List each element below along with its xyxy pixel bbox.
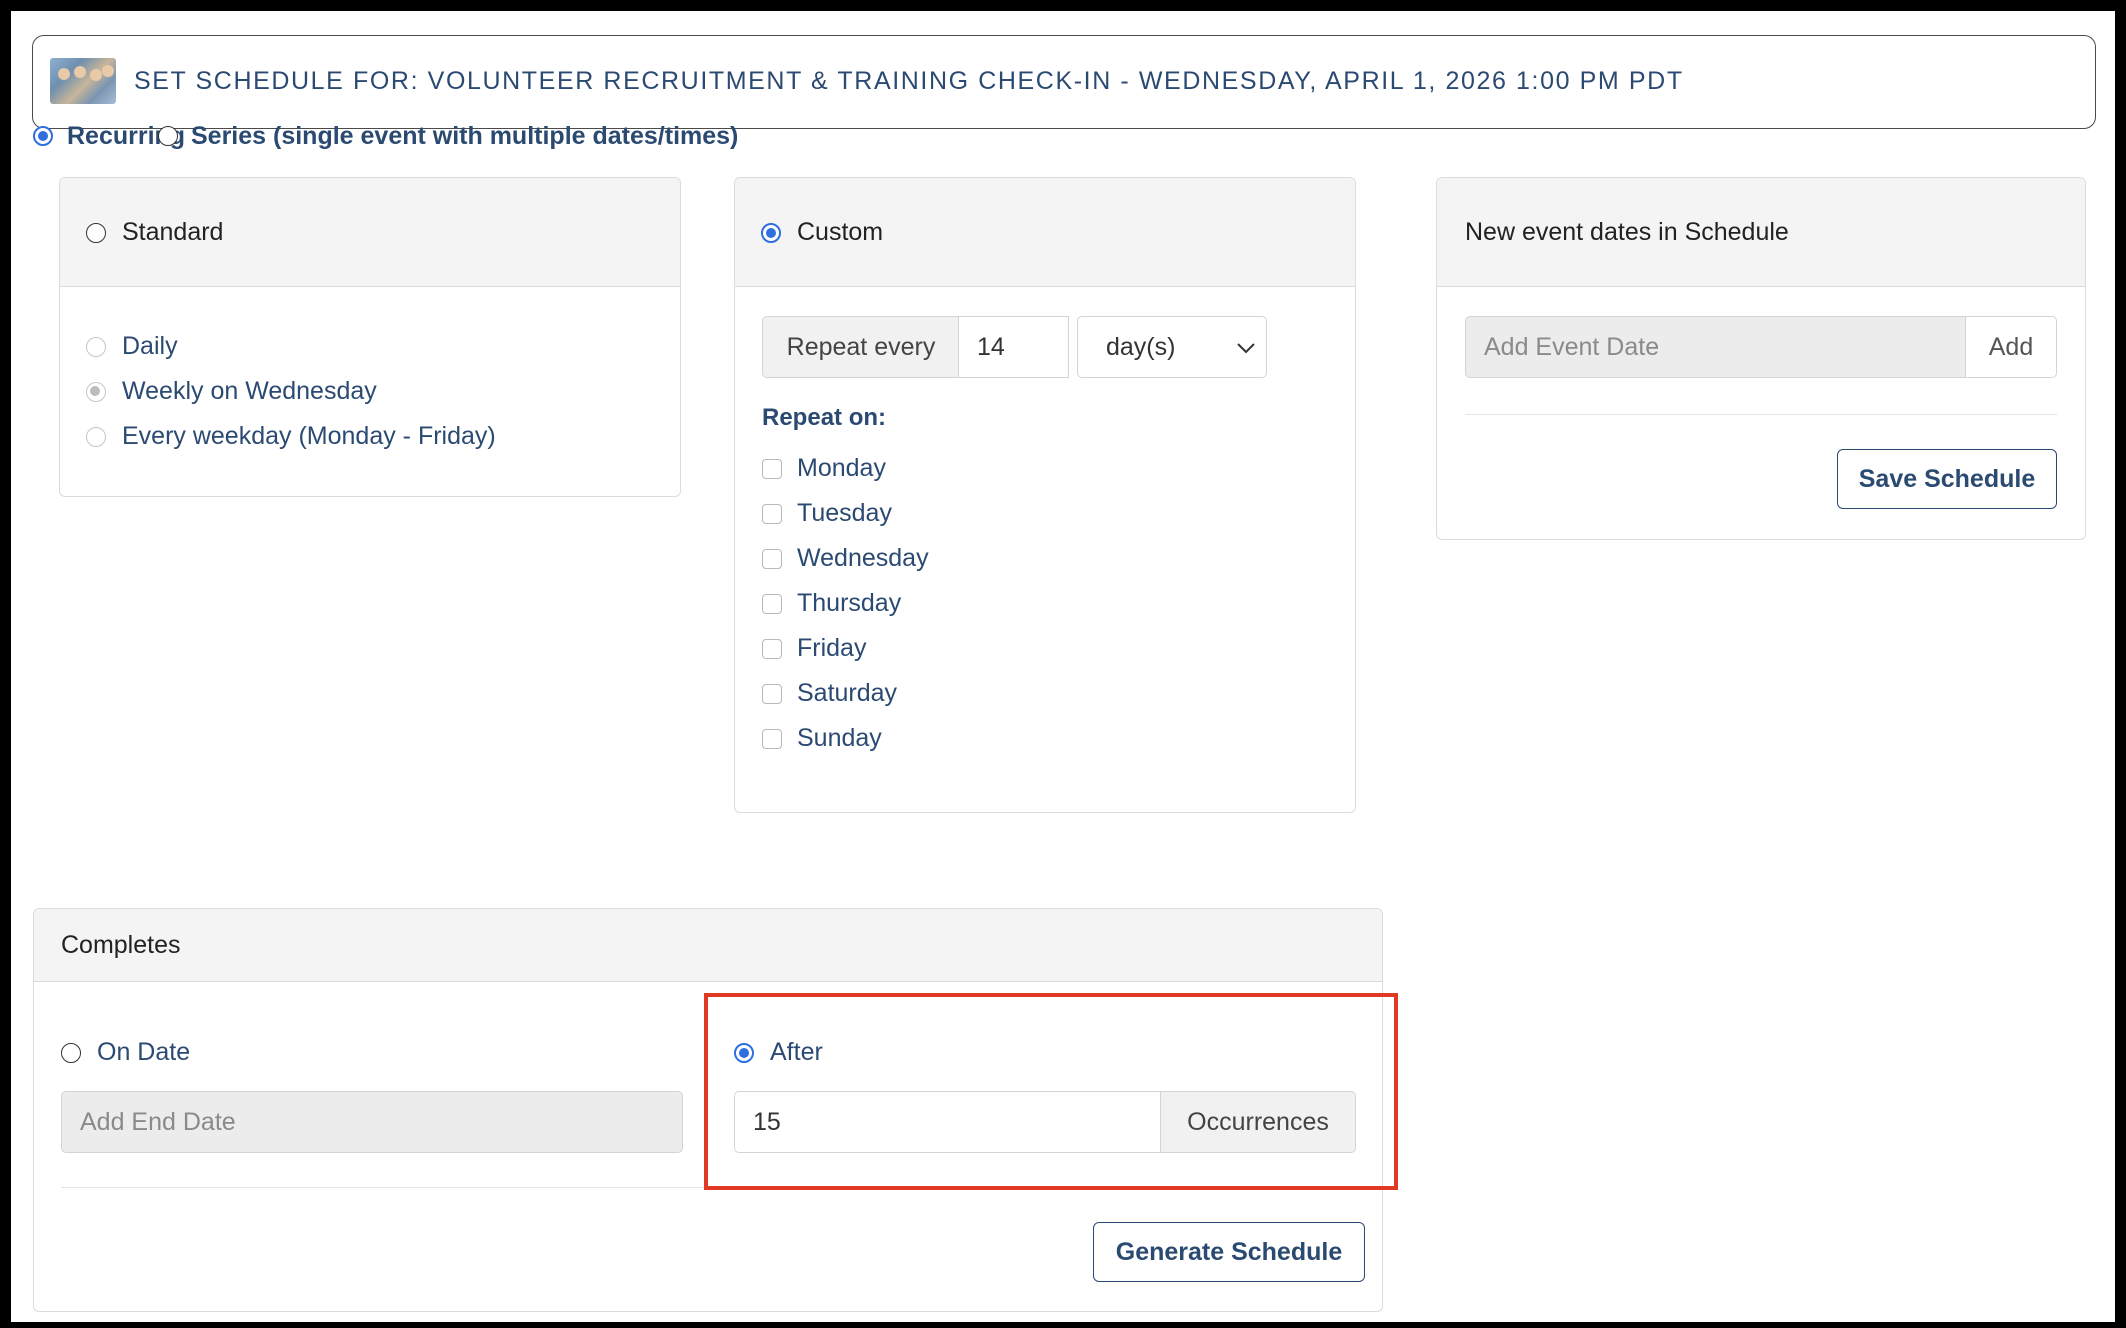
friday-label[interactable]: Friday [797, 634, 866, 663]
generate-schedule-button[interactable]: Generate Schedule [1093, 1222, 1365, 1282]
daily-label[interactable]: Daily [122, 332, 178, 361]
weekday-radio[interactable] [86, 427, 106, 447]
monday-label[interactable]: Monday [797, 454, 886, 483]
page-title: SET SCHEDULE FOR: VOLUNTEER RECRUITMENT … [134, 67, 1684, 95]
new-dates-card-header: New event dates in Schedule [1437, 178, 2085, 287]
repeat-every-addon: Repeat every [762, 316, 960, 378]
friday-checkbox[interactable] [762, 639, 782, 659]
custom-card: Custom Repeat every 14 day(s) Repeat on:… [734, 177, 1356, 813]
on-date-radio[interactable] [61, 1043, 81, 1063]
divider [1465, 414, 2057, 415]
on-date-label[interactable]: On Date [97, 1038, 190, 1067]
monday-checkbox[interactable] [762, 459, 782, 479]
schedule-page: SET SCHEDULE FOR: VOLUNTEER RECRUITMENT … [11, 11, 2115, 1322]
wednesday-checkbox[interactable] [762, 549, 782, 569]
custom-radio[interactable] [761, 223, 781, 243]
completes-card-header: Completes [34, 909, 1382, 982]
tuesday-label[interactable]: Tuesday [797, 499, 892, 528]
series-radio[interactable] [158, 126, 178, 146]
standard-label[interactable]: Standard [122, 218, 223, 247]
chevron-down-icon [1237, 343, 1255, 354]
save-schedule-button[interactable]: Save Schedule [1837, 449, 2057, 509]
add-event-date-input[interactable]: Add Event Date [1465, 316, 1967, 378]
schedule-header: SET SCHEDULE FOR: VOLUNTEER RECRUITMENT … [32, 35, 2096, 129]
weekday-label[interactable]: Every weekday (Monday - Friday) [122, 422, 496, 451]
tuesday-checkbox[interactable] [762, 504, 782, 524]
weekly-radio[interactable] [86, 382, 106, 402]
repeat-on-label: Repeat on: [762, 404, 887, 431]
repeat-interval-input[interactable]: 14 [958, 316, 1069, 378]
recurring-radio[interactable] [33, 126, 53, 146]
new-dates-heading: New event dates in Schedule [1465, 218, 1789, 246]
repeat-unit-value: day(s) [1106, 332, 1176, 361]
event-thumbnail [50, 58, 116, 104]
completes-heading: Completes [61, 931, 181, 959]
daily-radio[interactable] [86, 337, 106, 357]
end-date-input[interactable]: Add End Date [61, 1091, 683, 1153]
series-label[interactable]: Series (single event with multiple dates… [191, 122, 738, 151]
wednesday-label[interactable]: Wednesday [797, 544, 929, 573]
repeat-unit-select[interactable]: day(s) [1077, 316, 1267, 378]
saturday-label[interactable]: Saturday [797, 679, 897, 708]
custom-card-header: Custom [735, 178, 1355, 287]
custom-label[interactable]: Custom [797, 218, 883, 247]
thursday-label[interactable]: Thursday [797, 589, 901, 618]
standard-card: Standard Daily Weekly on Wednesday Every… [59, 177, 681, 497]
thursday-checkbox[interactable] [762, 594, 782, 614]
highlight-annotation [704, 993, 1398, 1190]
sunday-label[interactable]: Sunday [797, 724, 882, 753]
standard-radio[interactable] [86, 223, 106, 243]
sunday-checkbox[interactable] [762, 729, 782, 749]
add-event-date-button[interactable]: Add [1965, 316, 2057, 378]
standard-card-header: Standard [60, 178, 680, 287]
weekly-label[interactable]: Weekly on Wednesday [122, 377, 377, 406]
new-dates-card: New event dates in Schedule Add Event Da… [1436, 177, 2086, 540]
saturday-checkbox[interactable] [762, 684, 782, 704]
